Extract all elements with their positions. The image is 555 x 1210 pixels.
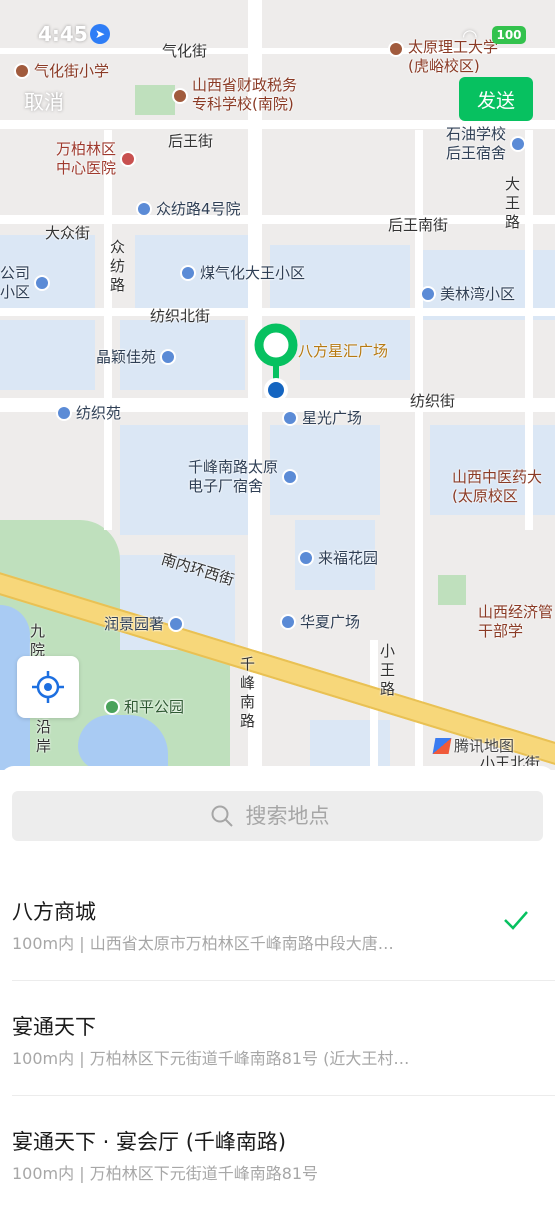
map-poi[interactable]: 美林湾小区 — [420, 283, 515, 304]
park-area — [135, 85, 175, 115]
map-poi[interactable]: 千峰南路太原 电子厂宿舍 — [188, 458, 299, 496]
map-poi[interactable]: 润景园著 — [104, 613, 185, 634]
residence-icon — [282, 469, 299, 485]
search-input[interactable] — [245, 804, 346, 828]
location-panel: 八方商城 100m内 | 山西省太原市万柏林区千峰南路中段大唐… 宴通天下 10… — [0, 766, 555, 1200]
road — [0, 308, 555, 316]
map-poi[interactable]: 众纺路4号院 — [136, 198, 241, 219]
building-icon — [280, 613, 296, 630]
map-view[interactable]: 气化街 后王街 大众街 众纺路 后王南街 大王路 纺织北街 纺织街 南内环西街 … — [0, 0, 555, 770]
wifi-icon: ◠ — [462, 26, 478, 47]
residence-icon — [510, 136, 527, 152]
crosshair-icon — [32, 671, 64, 703]
map-poi[interactable]: 石油学校 后王宿舍 — [446, 125, 527, 163]
status-bar: 4:45 ➤ ◠ 100 — [0, 0, 555, 70]
map-poi[interactable]: 八方星汇广场 — [298, 340, 388, 361]
list-item[interactable]: 八方商城 100m内 | 山西省太原市万柏林区千峰南路中段大唐… — [12, 866, 555, 981]
checkmark-icon — [504, 911, 528, 930]
cancel-button[interactable]: 取消 — [24, 86, 64, 115]
street-label: 千峰南路 — [240, 655, 256, 730]
map-label: 九 院 — [30, 622, 46, 659]
park-area — [438, 575, 466, 605]
send-button[interactable]: 发送 — [459, 77, 533, 121]
map-poi[interactable]: 万柏林区 中心医院 — [56, 140, 137, 178]
street-label: 纺织街 — [410, 392, 456, 410]
tree-icon — [104, 698, 120, 715]
map-label: 沿 岸 — [36, 718, 52, 755]
status-time: 4:45 — [38, 22, 88, 46]
map-poi[interactable]: 华夏广场 — [280, 611, 360, 632]
map-poi[interactable]: 公司 小区 — [0, 264, 51, 302]
list-item[interactable]: 宴通天下 100m内 | 万柏林区下元街道千峰南路81号 (近大王村… — [12, 981, 555, 1096]
residence-icon — [56, 404, 72, 421]
result-list: 八方商城 100m内 | 山西省太原市万柏林区千峰南路中段大唐… 宴通天下 10… — [0, 866, 555, 1210]
residence-icon — [420, 285, 436, 302]
tencent-map-logo-icon — [432, 737, 452, 754]
map-poi[interactable]: 山西中医药大 (太原校区 — [452, 468, 542, 506]
battery-icon: 100 — [492, 26, 526, 44]
street-label: 大众街 — [45, 224, 91, 242]
residence-icon — [168, 615, 185, 632]
road — [104, 130, 112, 530]
map-poi[interactable]: 来福花园 — [298, 547, 378, 568]
residence-icon — [180, 264, 196, 281]
map-poi[interactable]: 纺织苑 — [56, 402, 121, 423]
map-poi[interactable]: 山西经济管 干部学 — [478, 603, 553, 641]
map-poi[interactable]: 晶颖佳苑 — [96, 346, 177, 367]
search-bar[interactable] — [12, 791, 543, 841]
search-icon — [211, 805, 233, 827]
place-name: 宴通天下 · 宴会厅 (千峰南路) — [12, 1130, 287, 1154]
hospital-icon — [120, 151, 137, 167]
residence-icon — [160, 348, 177, 365]
map-block — [310, 720, 390, 770]
residence-icon — [298, 549, 314, 566]
school-icon — [172, 88, 188, 104]
place-name: 八方商城 — [12, 900, 96, 924]
residence-icon — [136, 200, 152, 217]
street-label: 众纺路 — [110, 238, 126, 294]
street-label: 大王路 — [505, 175, 521, 231]
place-address: 100m内 | 万柏林区下元街道千峰南路81号 (近大王村… — [12, 1049, 410, 1068]
map-poi[interactable]: 星光广场 — [282, 407, 362, 428]
map-poi[interactable]: 煤气化大王小区 — [180, 262, 305, 283]
map-poi[interactable]: 和平公园 — [104, 696, 184, 717]
place-address: 100m内 | 山西省太原市万柏林区千峰南路中段大唐… — [12, 934, 394, 953]
map-poi[interactable]: 山西省财政税务 专科学校(南院) — [172, 76, 297, 114]
street-label: 小王路 — [380, 642, 396, 698]
location-pin-icon[interactable] — [253, 322, 299, 402]
place-address: 100m内 | 万柏林区下元街道千峰南路81号 — [12, 1164, 319, 1183]
list-item[interactable]: 宴通天下 · 宴会厅 (千峰南路) 100m内 | 万柏林区下元街道千峰南路81… — [12, 1096, 555, 1210]
street-label: 后王南街 — [388, 216, 449, 234]
residence-icon — [34, 275, 51, 291]
map-provider-logo: 腾讯地图 — [432, 735, 514, 756]
street-label: 纺织北街 — [150, 307, 211, 325]
location-arrow-icon: ➤ — [90, 24, 110, 44]
street-label: 后王街 — [168, 132, 214, 150]
locate-me-button[interactable] — [17, 656, 79, 718]
building-icon — [282, 409, 298, 426]
place-name: 宴通天下 — [12, 1015, 96, 1039]
map-block — [0, 320, 95, 390]
